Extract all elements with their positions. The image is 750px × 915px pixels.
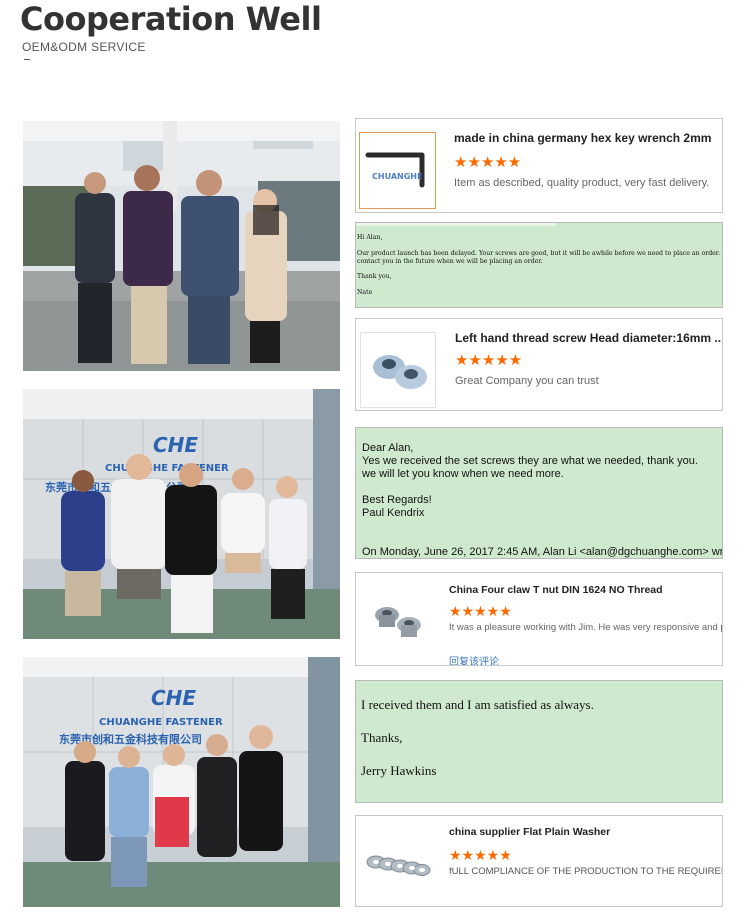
t-nut-icon [375,607,421,637]
svg-text:CHUANGHE: CHUANGHE [372,172,422,181]
screw-nut-icon [373,355,427,389]
email-screenshot-nate: Hi Alan, Our product launch has been del… [355,222,723,308]
email-thanks: Thank you, [357,273,392,281]
svg-text:CHE: CHE [153,433,198,457]
review-text: fULL COMPLIANCE OF THE PRODUCTION TO THE… [449,866,723,877]
product-thumbnail[interactable] [362,828,432,898]
email-greeting: Dear Alan, [362,442,414,454]
email-quote-header: On Monday, June 26, 2017 2:45 AM, Alan L… [362,546,723,558]
rating-stars: ★★★★★ [455,352,523,369]
review-text: It was a pleasure working with Jim. He w… [449,622,723,633]
product-title[interactable]: Left hand thread screw Head diameter:16m… [455,331,722,345]
photo-factory-visit [23,121,340,371]
email-signature: Paul Kendrix [362,507,425,519]
banner-logo-text: CHUANGHE FASTENER [105,463,229,474]
page-title: Cooperation Well [20,0,322,38]
title-divider [24,59,30,60]
banner-logo-text: CHUANGHE FASTENER [99,717,223,728]
product-title[interactable]: made in china germany hex key wrench 2mm [454,131,711,145]
email-body: Our product launch has been delayed. You… [357,249,723,257]
product-thumbnail[interactable] [360,332,436,408]
email-signature: Jerry Hawkins [361,763,437,778]
email-signature: Nate [357,289,373,296]
product-title[interactable]: china supplier Flat Plain Washer [449,826,610,838]
review-card-flat-washer[interactable]: china supplier Flat Plain Washer ★★★★★ f… [355,815,723,907]
email-screenshot-paul: Dear Alan, Yes we received the set screw… [355,427,723,559]
email-screenshot-jerry: I received them and I am satisfied as al… [355,680,723,803]
page-subtitle: OEM&ODM SERVICE [22,40,146,54]
svg-text:CHE: CHE [151,686,196,710]
email-body-2: contact you in the future when we will b… [357,257,543,265]
email-line-1: I received them and I am satisfied as al… [361,697,594,712]
rating-stars: ★★★★★ [449,847,512,863]
review-card-left-hand-screw[interactable]: Left hand thread screw Head diameter:16m… [355,318,723,411]
product-title[interactable]: China Four claw T nut DIN 1624 NO Thread [449,584,663,596]
review-text: Great Company you can trust [455,375,599,387]
review-card-hex-key[interactable]: CHUANGHE made in china germany hex key w… [355,118,723,213]
email-thanks: Thanks, [361,730,403,745]
review-text: Item as described, quality product, very… [454,177,710,189]
washer-icon [366,855,431,876]
photo-lobby-visit: CHE CHUANGHE FASTENER 东莞市创和五金科技有限公司 [23,389,340,639]
email-line-2: we will let you know when we need more. [362,468,564,480]
rating-stars: ★★★★★ [454,154,522,171]
email-regards: Best Regards! [362,494,432,506]
reply-link[interactable]: 回复该评论 [449,653,499,665]
review-card-t-nut[interactable]: China Four claw T nut DIN 1624 NO Thread… [355,572,723,666]
photo-lobby-group: CHE CHUANGHE FASTENER 东莞市创和五金科技有限公司 [23,657,340,907]
rating-stars: ★★★★★ [449,603,512,619]
hex-key-icon: CHUANGHE [365,152,425,188]
product-thumbnail[interactable] [365,587,431,653]
product-thumbnail[interactable]: CHUANGHE [359,132,436,209]
email-greeting: Hi Alan, [357,234,383,241]
email-line-1: Yes we received the set screws they are … [362,455,698,467]
